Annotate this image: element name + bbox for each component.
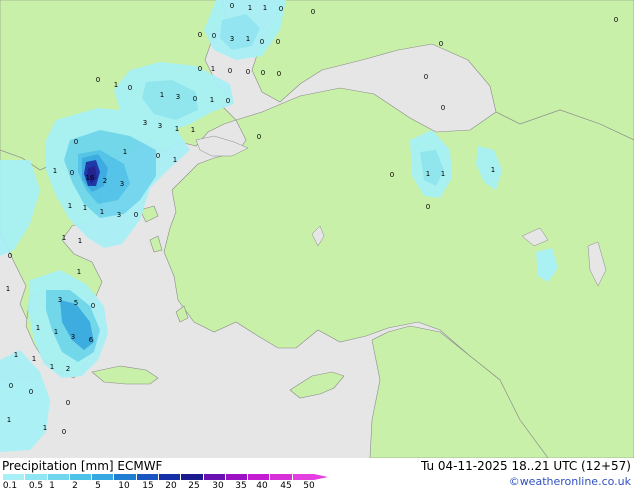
precip-value-label: 1 [76, 268, 82, 276]
precip-value-label: 0 [211, 32, 217, 40]
precip-value-label: 3 [175, 93, 181, 101]
precip-value-label: 0 [310, 8, 316, 16]
precip-value-label: 1 [77, 237, 83, 245]
precip-value-label: 0 [7, 252, 13, 260]
precip-value-label: 0 [276, 70, 282, 78]
precip-value-label: 0 [438, 40, 444, 48]
precip-value-label: 0 [8, 382, 14, 390]
precip-value-label: 0 [225, 97, 231, 105]
precip-value-label: 0 [197, 65, 203, 73]
precip-value-label: 3 [57, 296, 63, 304]
precip-value-label: 0 [278, 5, 284, 13]
precip-value-label: 3 [70, 333, 76, 341]
precip-value-label: 1 [49, 363, 55, 371]
precip-value-label: 1 [53, 328, 59, 336]
precip-value-label: 0 [73, 138, 79, 146]
precip-value-label: 1 [122, 148, 128, 156]
precip-value-label: 0 [192, 95, 198, 103]
precip-value-label: 2 [65, 365, 71, 373]
precip-value-label: 3 [119, 180, 125, 188]
colorbar-swatch [92, 474, 115, 480]
precip-value-label: 0 [440, 104, 446, 112]
precip-value-label: 1 [425, 170, 431, 178]
precip-value-label: 0 [389, 171, 395, 179]
valid-time: Tu 04-11-2025 18..21 UTC (12+57) [420, 459, 631, 473]
precip-value-label: 0 [155, 152, 161, 160]
credit-link[interactable]: ©weatheronline.co.uk [509, 475, 631, 489]
precip-value-label: 1 [42, 424, 48, 432]
colorbar-swatch [69, 474, 93, 480]
colorbar-swatch [25, 474, 48, 480]
precip-value-label: 0 [127, 84, 133, 92]
map-title: Precipitation [mm] ECMWF [2, 459, 163, 473]
colorbar-swatch [203, 474, 226, 480]
colorbar-swatch [47, 474, 70, 480]
precip-value-label: 1 [67, 202, 73, 210]
precip-value-label: 1 [172, 156, 178, 164]
precip-value-label: 1 [262, 4, 268, 12]
precip-value-label: 2 [102, 177, 108, 185]
precip-value-label: 0 [227, 67, 233, 75]
precip-value-label: 0 [245, 68, 251, 76]
precip-value-label: 1 [5, 285, 11, 293]
precip-value-label: 0 [425, 203, 431, 211]
precip-value-label: 1 [82, 204, 88, 212]
precip-value-label: 16 [85, 174, 95, 182]
precip-value-label: 1 [61, 234, 67, 242]
precip-value-label: 1 [35, 324, 41, 332]
colorbar-swatch [248, 474, 271, 480]
precip-value-label: 0 [613, 16, 619, 24]
precip-value-label: 0 [133, 211, 139, 219]
precip-value-label: 1 [209, 96, 215, 104]
colorbar-swatch [292, 474, 315, 480]
precip-value-label: 1 [113, 81, 119, 89]
precip-value-label: 0 [65, 399, 71, 407]
precip-value-label: 1 [13, 351, 19, 359]
map-footer: Precipitation [mm] ECMWF Tu 04-11-2025 1… [0, 458, 634, 491]
precip-value-label: 3 [157, 122, 163, 130]
precip-value-label: 0 [90, 302, 96, 310]
precipitation-map: 0110000310000010010000130100033110010110… [0, 0, 634, 458]
map-canvas [0, 0, 634, 458]
precip-value-label: 1 [190, 126, 196, 134]
precip-value-label: 3 [142, 119, 148, 127]
precip-value-label: 1 [247, 4, 253, 12]
precip-value-label: 0 [259, 38, 265, 46]
precip-value-label: 0 [260, 69, 266, 77]
precip-value-label: 0 [229, 2, 235, 10]
colorbar-swatch [225, 474, 249, 480]
precip-value-label: 0 [275, 38, 281, 46]
precip-value-label: 0 [423, 73, 429, 81]
colorbar-swatch [270, 474, 293, 480]
precip-value-label: 1 [245, 35, 251, 43]
precip-value-label: 6 [88, 336, 94, 344]
precip-value-label: 1 [440, 170, 446, 178]
precip-value-label: 1 [174, 125, 180, 133]
precip-value-label: 0 [95, 76, 101, 84]
colorbar [3, 474, 315, 480]
colorbar-swatch [114, 474, 137, 480]
precip-value-label: 0 [69, 169, 75, 177]
precip-value-label: 1 [6, 416, 12, 424]
precip-value-label: 1 [31, 355, 37, 363]
colorbar-swatch [3, 474, 26, 480]
precip-value-label: 1 [210, 65, 216, 73]
precip-value-label: 5 [73, 299, 79, 307]
precip-value-label: 1 [490, 166, 496, 174]
precip-value-label: 0 [28, 388, 34, 396]
colorbar-overflow-arrow [314, 474, 328, 480]
precip-value-label: 3 [116, 211, 122, 219]
precip-value-label: 1 [99, 208, 105, 216]
precip-value-label: 0 [256, 133, 262, 141]
precip-value-label: 0 [197, 31, 203, 39]
colorbar-swatch [158, 474, 182, 480]
precip-value-label: 1 [52, 167, 58, 175]
precip-value-label: 0 [61, 428, 67, 436]
precip-value-label: 3 [229, 35, 235, 43]
colorbar-swatch [136, 474, 159, 480]
precip-value-label: 1 [159, 91, 165, 99]
colorbar-swatch [181, 474, 204, 480]
